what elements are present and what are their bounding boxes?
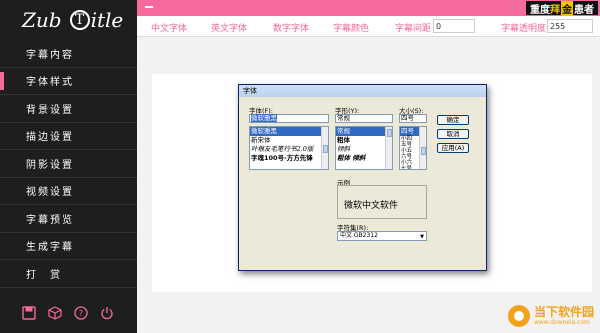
help-icon[interactable]: ? [74, 305, 88, 320]
svg-text:?: ? [79, 309, 83, 318]
sidebar-item-generate[interactable]: 生成字幕 [0, 233, 137, 260]
watermark-logo-icon [507, 305, 530, 327]
tab-number-font[interactable]: 数字字体 [273, 21, 309, 34]
minimize-icon[interactable] [145, 6, 153, 8]
apply-button[interactable]: 应用(A) [437, 143, 469, 153]
sidebar-item-subtitle-content[interactable]: 字幕内容 [0, 40, 137, 68]
size-list[interactable]: 四号 小四 五号 小五 六号 小六 七号 [399, 126, 427, 170]
opacity-label: 字幕透明度 [501, 24, 547, 34]
watermark: 当下软件园 www.downxia.com [507, 305, 594, 327]
brand-badge: 重度 拜 金 患者 [526, 0, 598, 16]
sidebar-item-preview[interactable]: 字幕预览 [0, 205, 137, 233]
cancel-button[interactable]: 取消 [437, 129, 469, 139]
font-style-field[interactable]: 常规 [335, 114, 393, 123]
app-window: Zub T itle 字幕内容 字体样式 背景设置 描边设置 阴影设置 视频设置… [0, 0, 600, 333]
brand-text-a: 重度 [530, 4, 550, 16]
dialog-title: 字体 [239, 85, 486, 97]
tab-english-font[interactable]: 英文字体 [211, 21, 247, 34]
font-list-scrollbar[interactable] [321, 127, 328, 169]
charset-select[interactable]: 中文 GB2312 ▼ [337, 231, 427, 241]
list-item[interactable]: 粗体 [336, 136, 392, 145]
sidebar-item-video[interactable]: 视频设置 [0, 178, 137, 205]
sidebar-item-donate[interactable]: 打 赏 [0, 260, 137, 288]
font-size-field[interactable]: 四号 [399, 114, 427, 123]
brand-text-d: 患者 [574, 4, 594, 16]
list-item[interactable]: 微软雅黑 [250, 127, 328, 136]
app-logo: Zub T itle [0, 0, 137, 40]
brand-text-c: 金 [561, 0, 573, 16]
brand-text-b: 拜 [550, 4, 560, 16]
font-name-field[interactable]: 微软雅黑 [249, 114, 329, 123]
sidebar-item-shadow[interactable]: 阴影设置 [0, 150, 137, 178]
tab-chinese-font[interactable]: 中文字体 [151, 21, 187, 34]
sidebar-menu: 字幕内容 字体样式 背景设置 描边设置 阴影设置 视频设置 字幕预览 生成字幕 … [0, 40, 137, 288]
spacing-label: 字幕间距 [395, 24, 432, 34]
font-list[interactable]: 微软雅黑 新宋体 叶根友毛笔行书2.0版 字魂100号-方方先锋 [249, 126, 329, 170]
sidebar-item-font-style[interactable]: 字体样式 [0, 68, 137, 95]
list-item[interactable]: 叶根友毛笔行书2.0版 [250, 145, 328, 154]
logo-prefix: Zub [22, 8, 62, 32]
watermark-text: 当下软件园 [533, 305, 594, 319]
sample-preview-text: 微软中文软件 [344, 201, 399, 211]
list-item[interactable]: 常规 [336, 127, 392, 136]
sidebar-item-background[interactable]: 背景设置 [0, 95, 137, 123]
opacity-input[interactable] [547, 19, 593, 33]
spacing-input[interactable] [433, 19, 475, 33]
list-item[interactable]: 字魂100号-方方先锋 [250, 154, 328, 163]
save-icon[interactable] [22, 305, 36, 320]
sidebar-bottom-icons: ? [22, 305, 114, 320]
box-icon[interactable] [48, 305, 62, 320]
charset-value: 中文 GB2312 [340, 232, 378, 239]
sample-preview-box: 微软中文软件 [337, 185, 427, 219]
logo-circle-letter: T [69, 10, 90, 30]
style-list-scrollbar[interactable] [385, 127, 392, 169]
style-list[interactable]: 常规 粗体 倾斜 粗体 倾斜 [335, 126, 393, 170]
size-list-scrollbar[interactable] [419, 127, 426, 169]
list-item[interactable]: 粗体 倾斜 [336, 154, 392, 163]
title-bar: 重度 拜 金 患者 [137, 0, 600, 16]
tab-subtitle-color[interactable]: 字幕颜色 [333, 21, 369, 34]
font-options-bar: 中文字体 英文字体 数字字体 字幕颜色 字幕间距 字幕透明度 [137, 16, 600, 37]
list-item[interactable]: 倾斜 [336, 145, 392, 154]
sidebar: Zub T itle 字幕内容 字体样式 背景设置 描边设置 阴影设置 视频设置… [0, 0, 137, 333]
chevron-down-icon[interactable]: ▼ [420, 233, 424, 241]
ok-button[interactable]: 确定 [437, 115, 469, 125]
logo-suffix: itle [90, 8, 124, 32]
font-dialog: 字体 字体(F): 微软雅黑 微软雅黑 新宋体 叶根友毛笔行书2.0版 字魂10… [238, 84, 487, 271]
power-icon[interactable] [100, 305, 114, 320]
list-item[interactable]: 新宋体 [250, 136, 328, 145]
watermark-url: www.downxia.com [533, 319, 590, 326]
sidebar-item-stroke[interactable]: 描边设置 [0, 123, 137, 150]
